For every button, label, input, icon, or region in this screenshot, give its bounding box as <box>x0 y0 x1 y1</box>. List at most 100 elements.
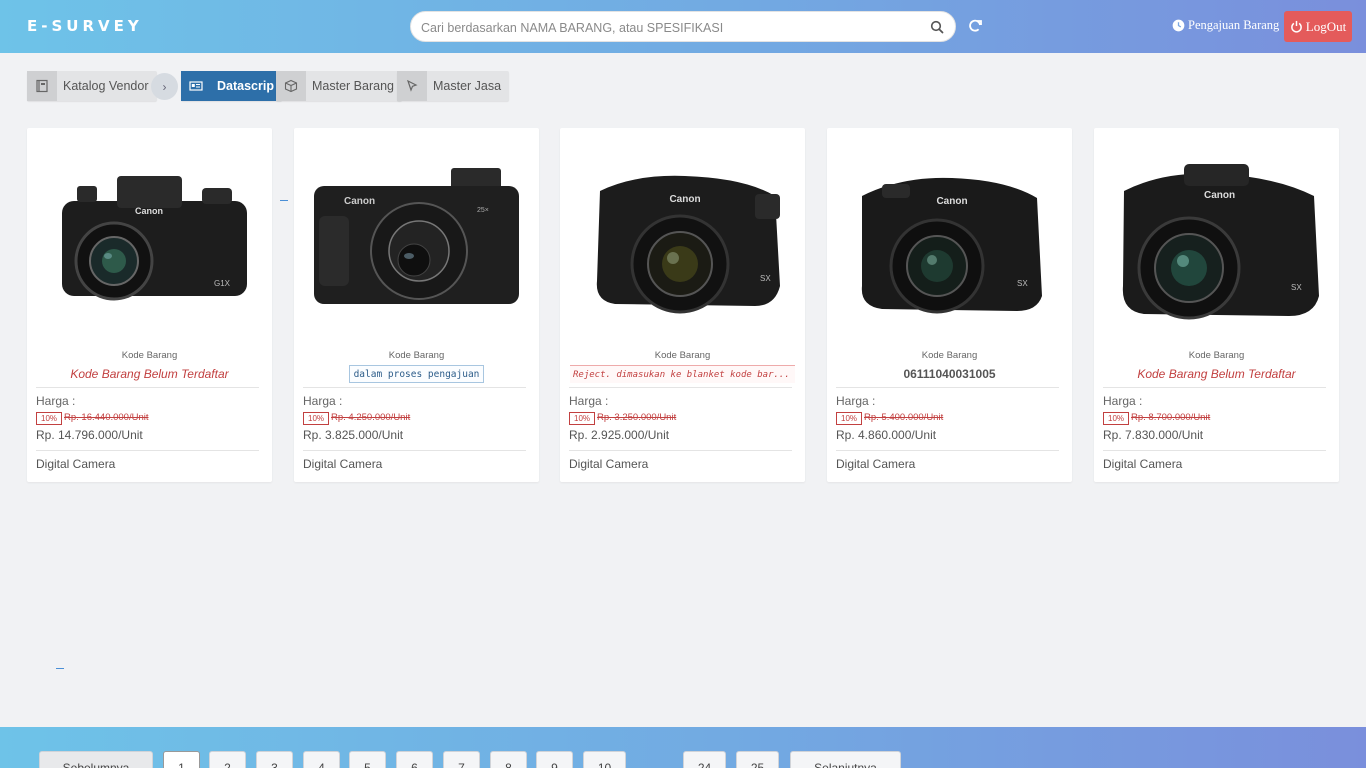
kode-value: Kode Barang Belum Terdaftar <box>1137 367 1296 381</box>
pengajuan-label: Pengajuan Barang <box>1188 18 1280 32</box>
page-button-3[interactable]: 3 <box>256 751 293 768</box>
price: Rp. 2.925.000/Unit <box>569 428 670 442</box>
price: Rp. 14.796.000/Unit <box>36 428 143 442</box>
book-icon <box>27 71 57 101</box>
search-input[interactable] <box>421 18 921 37</box>
page-button-4[interactable]: 4 <box>303 751 340 768</box>
svg-text:SX: SX <box>1291 283 1302 292</box>
discount-badge: 10% <box>1103 412 1130 425</box>
kode-label: Kode Barang <box>654 350 711 361</box>
svg-text:G1X: G1X <box>214 279 231 288</box>
divider <box>1103 387 1326 388</box>
old-price: Rp. 8.700.000/Unit <box>1131 412 1211 423</box>
kode-value: Reject. dimasukan ke blanket kode bar... <box>570 365 795 383</box>
breadcrumb-master-barang[interactable]: Master Barang <box>276 71 402 101</box>
box-icon <box>276 71 306 101</box>
kode-label: Kode Barang <box>1188 350 1245 361</box>
id-card-icon <box>181 71 211 101</box>
page-button-9[interactable]: 9 <box>536 751 573 768</box>
divider <box>569 387 792 388</box>
category: Digital Camera <box>569 457 649 471</box>
cursor-icon <box>397 71 427 101</box>
divider <box>36 450 259 451</box>
svg-text:Canon: Canon <box>669 194 700 205</box>
next-page-button[interactable]: Selanjutnya <box>790 751 901 768</box>
harga-label: Harga : <box>569 394 609 408</box>
kode-value: dalam proses pengajuan <box>349 365 484 383</box>
brand-logo: E-SURVEY <box>27 17 143 35</box>
product-card[interactable]: Canon SX Kode Barang 06111040031005 Harg… <box>827 128 1072 482</box>
category: Digital Camera <box>836 457 916 471</box>
divider <box>836 387 1059 388</box>
svg-text:25×: 25× <box>477 207 489 214</box>
old-price: Rp. 16.440.000/Unit <box>64 412 149 423</box>
discount-badge: 10% <box>836 412 863 425</box>
kode-value: 06111040031005 <box>903 367 996 381</box>
harga-label: Harga : <box>36 394 76 408</box>
product-card[interactable]: Canon G1X Kode Barang Kode Barang Belum … <box>27 128 272 482</box>
power-icon <box>1290 20 1302 33</box>
divider <box>303 387 526 388</box>
divider <box>569 450 792 451</box>
price: Rp. 4.860.000/Unit <box>836 428 937 442</box>
logout-label: LogOut <box>1305 18 1347 34</box>
page-button-10[interactable]: 10 <box>583 751 626 768</box>
category: Digital Camera <box>1103 457 1183 471</box>
discount-badge: 10% <box>303 412 330 425</box>
search-icon[interactable] <box>929 19 945 35</box>
divider <box>303 450 526 451</box>
breadcrumb-master-jasa[interactable]: Master Jasa <box>397 71 510 101</box>
page-button-24[interactable]: 24 <box>683 751 726 768</box>
breadcrumb-label: Datascrip <box>217 79 274 93</box>
product-card[interactable]: Canon SX Kode Barang Reject. dimasukan k… <box>560 128 805 482</box>
blue-mark <box>280 200 288 201</box>
svg-text:Canon: Canon <box>344 196 375 207</box>
breadcrumb-datascrip[interactable]: Datascrip <box>181 71 282 101</box>
top-bar: E-SURVEY Pengajuan Barang LogOut <box>0 0 1366 53</box>
camera-image: Canon SX <box>596 175 780 314</box>
breadcrumb-label: Katalog Vendor <box>63 79 149 93</box>
page-button-5[interactable]: 5 <box>349 751 386 768</box>
kode-label: Kode Barang <box>388 350 445 361</box>
divider <box>836 450 1059 451</box>
refresh-icon[interactable] <box>966 17 984 35</box>
breadcrumb-katalog-vendor[interactable]: Katalog Vendor <box>27 71 157 101</box>
divider <box>1103 450 1326 451</box>
camera-image: Canon 25× <box>314 168 519 304</box>
pengajuan-barang-link[interactable]: Pengajuan Barang <box>1172 18 1279 33</box>
page-button-8[interactable]: 8 <box>490 751 527 768</box>
prev-page-button[interactable]: Sebelumnya <box>39 751 153 768</box>
search-box[interactable] <box>410 11 956 42</box>
breadcrumb-label: Master Barang <box>312 79 394 93</box>
logout-button[interactable]: LogOut <box>1284 11 1352 42</box>
price: Rp. 3.825.000/Unit <box>303 428 404 442</box>
camera-image: Canon G1X <box>62 176 247 301</box>
discount-badge: 10% <box>36 412 63 425</box>
chevron-right-icon: › <box>151 73 178 100</box>
page-button-7[interactable]: 7 <box>443 751 480 768</box>
old-price: Rp. 5.400.000/Unit <box>864 412 944 423</box>
page-button-2[interactable]: 2 <box>209 751 246 768</box>
blue-mark <box>56 668 64 669</box>
breadcrumb-label: Master Jasa <box>433 79 502 93</box>
camera-image: Canon SX <box>861 177 1042 314</box>
page-button-25[interactable]: 25 <box>736 751 779 768</box>
product-card[interactable]: Canon SX Kode Barang Kode Barang Belum T… <box>1094 128 1339 482</box>
page-button-6[interactable]: 6 <box>396 751 433 768</box>
svg-text:Canon: Canon <box>1204 190 1235 201</box>
svg-text:Canon: Canon <box>936 196 967 207</box>
clock-icon <box>1172 19 1185 32</box>
old-price: Rp. 3.250.000/Unit <box>597 412 677 423</box>
svg-text:SX: SX <box>1017 279 1028 288</box>
category: Digital Camera <box>36 457 116 471</box>
svg-text:Canon: Canon <box>135 206 163 216</box>
product-card[interactable]: Canon 25× Kode Barang dalam proses penga… <box>294 128 539 482</box>
discount-badge: 10% <box>569 412 596 425</box>
kode-label: Kode Barang <box>121 350 178 361</box>
page-button-1[interactable]: 1 <box>163 751 200 768</box>
kode-value: Kode Barang Belum Terdaftar <box>70 367 229 381</box>
category: Digital Camera <box>303 457 383 471</box>
camera-image: Canon SX <box>1122 164 1319 320</box>
harga-label: Harga : <box>303 394 343 408</box>
kode-label: Kode Barang <box>921 350 978 361</box>
